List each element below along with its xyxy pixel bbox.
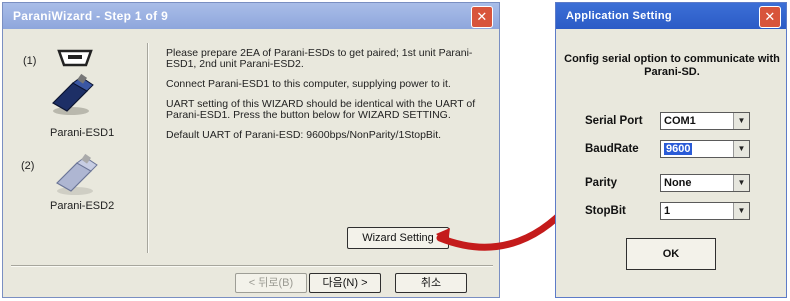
serial-port-select[interactable]: COM1 ▼ [660,112,750,130]
parity-value: None [664,177,692,189]
baudrate-select[interactable]: 9600 ▼ [660,140,750,158]
chevron-down-icon[interactable]: ▼ [733,113,749,129]
stopbit-label: StopBit [585,205,626,217]
app-setting-close-button[interactable]: ✕ [759,6,781,28]
stopbit-select[interactable]: 1 ▼ [660,202,750,220]
app-setting-title: Application Setting [566,10,672,22]
chevron-down-icon[interactable]: ▼ [733,203,749,219]
chevron-down-icon[interactable]: ▼ [733,141,749,157]
serial-port-value: COM1 [664,115,696,127]
parity-label: Parity [585,177,617,189]
baudrate-label: BaudRate [585,143,639,155]
serial-port-label: Serial Port [585,115,643,127]
stopbit-value: 1 [664,205,671,217]
baudrate-value: 9600 [664,143,693,155]
config-intro: Config serial option to communicate with… [564,53,780,78]
chevron-down-icon[interactable]: ▼ [733,175,749,191]
ok-button[interactable]: OK [626,238,716,270]
app-setting-titlebar: Application Setting ✕ [556,3,786,29]
application-setting-window: Application Setting ✕ Config serial opti… [555,2,787,298]
parity-select[interactable]: None ▼ [660,174,750,192]
